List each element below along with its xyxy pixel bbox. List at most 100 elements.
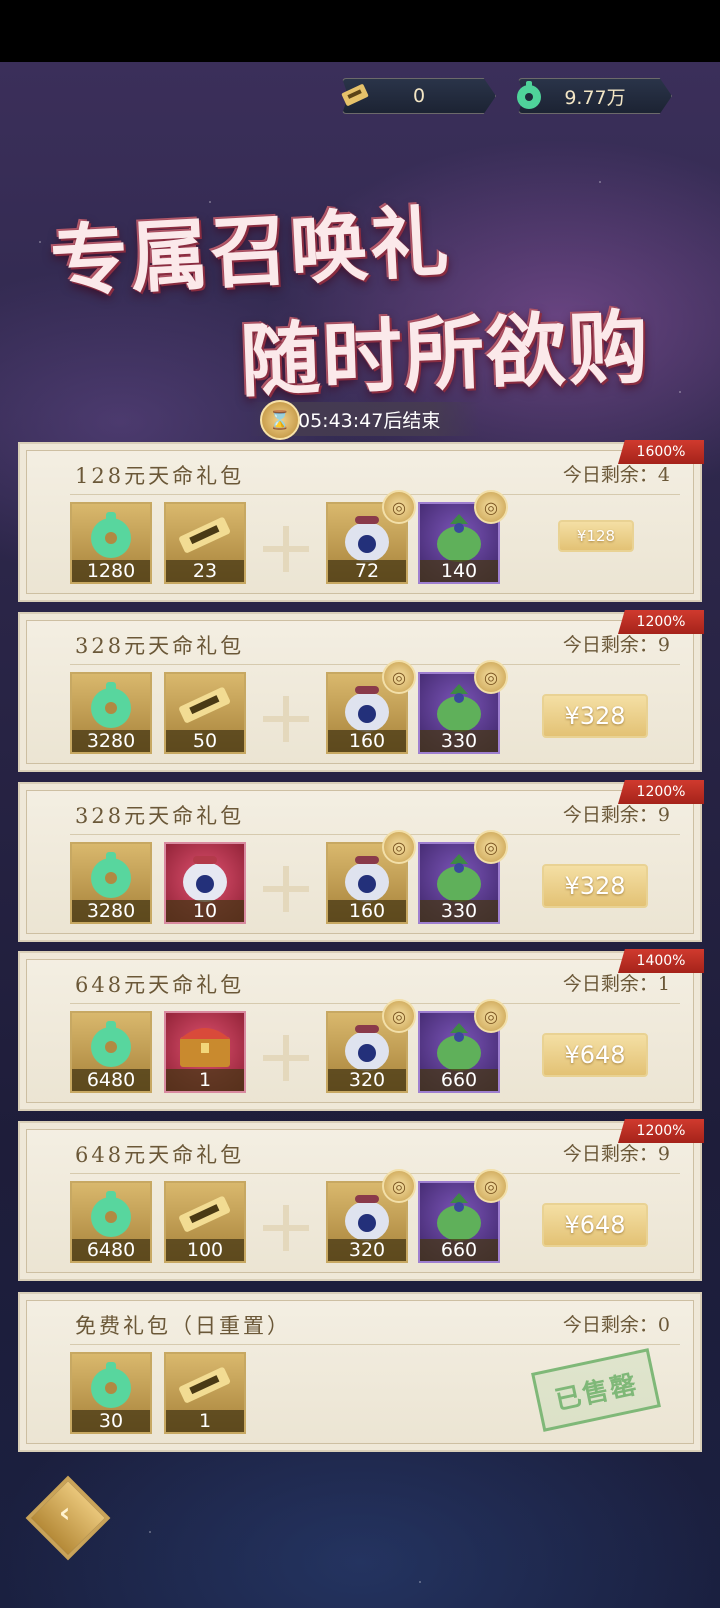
card-remaining: 今日剩余：9 bbox=[562, 804, 670, 826]
card-title: 免费礼包（日重置） bbox=[75, 1314, 291, 1338]
coin-badge-icon: ◎ bbox=[474, 490, 508, 524]
coin-badge-icon: ◎ bbox=[474, 999, 508, 1033]
item-count: 30 bbox=[72, 1410, 150, 1432]
item-count: 330 bbox=[420, 730, 498, 752]
jade-icon bbox=[72, 1015, 150, 1073]
coin-badge-icon: ◎ bbox=[382, 660, 416, 694]
back-icon: ‹ bbox=[58, 1496, 71, 1530]
buy-button[interactable]: ¥648 bbox=[542, 1033, 648, 1077]
gift-pack-card: 1600% 128元天命礼包 今日剩余：4 1280 23 ◎ 72 ◎ 140 ¥… bbox=[18, 440, 704, 602]
reward-item[interactable]: 100 bbox=[164, 1181, 246, 1263]
buy-button[interactable]: ¥128 bbox=[558, 520, 634, 552]
coin-badge-icon: ◎ bbox=[474, 1169, 508, 1203]
jade-icon bbox=[512, 78, 546, 112]
reward-item[interactable]: 6480 bbox=[70, 1181, 152, 1263]
item-count: 1 bbox=[166, 1069, 244, 1091]
item-count: 1 bbox=[166, 1410, 244, 1432]
gift-pack-card: 1400% 648元天命礼包 今日剩余：1 6480 1 ◎ 320 ◎ 660 ¥… bbox=[18, 949, 704, 1111]
item-count: 10 bbox=[166, 900, 244, 922]
red-lucky-bag-icon bbox=[166, 846, 244, 904]
buy-button[interactable]: ¥328 bbox=[542, 864, 648, 908]
status-bar bbox=[0, 0, 720, 62]
reward-item[interactable]: ◎ 140 bbox=[418, 490, 508, 584]
divider bbox=[70, 494, 680, 495]
coin-badge-icon: ◎ bbox=[474, 660, 508, 694]
reward-item[interactable]: 1280 bbox=[70, 502, 152, 584]
ticket-icon bbox=[166, 1185, 244, 1243]
reward-item[interactable]: ◎ 660 bbox=[418, 1169, 508, 1263]
item-count: 72 bbox=[328, 560, 406, 582]
item-count: 320 bbox=[328, 1239, 406, 1261]
banner-title-line2: 随时所欲购 bbox=[238, 299, 652, 409]
jade-icon bbox=[72, 1185, 150, 1243]
card-remaining: 今日剩余：9 bbox=[562, 1143, 670, 1165]
coin-badge-icon: ◎ bbox=[382, 490, 416, 524]
plus-icon bbox=[263, 1205, 309, 1251]
jade-icon bbox=[72, 676, 150, 734]
reward-item[interactable]: 23 bbox=[164, 502, 246, 584]
item-count: 330 bbox=[420, 900, 498, 922]
item-count: 50 bbox=[166, 730, 244, 752]
card-remaining: 今日剩余：0 bbox=[562, 1314, 670, 1336]
item-count: 1280 bbox=[72, 560, 150, 582]
reward-item[interactable]: ◎ 160 bbox=[326, 830, 416, 924]
sold-out-stamp: 已售罄 bbox=[531, 1348, 661, 1432]
reward-item[interactable]: 50 bbox=[164, 672, 246, 754]
item-count: 6480 bbox=[72, 1239, 150, 1261]
ticket-icon bbox=[338, 78, 372, 112]
item-count: 160 bbox=[328, 900, 406, 922]
hourglass-icon: ⌛ bbox=[260, 400, 300, 440]
reward-item[interactable]: ◎ 320 bbox=[326, 1169, 416, 1263]
reward-item[interactable]: 3280 bbox=[70, 842, 152, 924]
ticket-balance-value: 0 bbox=[412, 85, 426, 107]
reward-item[interactable]: 10 bbox=[164, 842, 246, 924]
item-count: 3280 bbox=[72, 730, 150, 752]
treasure-chest-icon bbox=[166, 1015, 244, 1073]
divider bbox=[70, 1003, 680, 1004]
jade-icon bbox=[72, 846, 150, 904]
card-title: 328元天命礼包 bbox=[75, 804, 245, 828]
plus-icon bbox=[263, 1035, 309, 1081]
item-count: 23 bbox=[166, 560, 244, 582]
ticket-icon bbox=[166, 506, 244, 564]
buy-button[interactable]: ¥648 bbox=[542, 1203, 648, 1247]
divider bbox=[70, 1344, 680, 1345]
divider bbox=[70, 834, 680, 835]
gift-pack-card: 1200% 328元天命礼包 今日剩余：9 3280 10 ◎ 160 ◎ 330 … bbox=[18, 780, 704, 942]
card-title: 128元天命礼包 bbox=[75, 464, 245, 488]
item-count: 100 bbox=[166, 1239, 244, 1261]
card-title: 328元天命礼包 bbox=[75, 634, 245, 658]
gift-pack-card: 1200% 328元天命礼包 今日剩余：9 3280 50 ◎ 160 ◎ 330 … bbox=[18, 610, 704, 772]
reward-item[interactable]: 1 bbox=[164, 1011, 246, 1093]
reward-item[interactable]: 30 bbox=[70, 1352, 152, 1434]
banner-title: 专属召唤礼 随时所欲购 bbox=[40, 190, 690, 420]
jade-icon bbox=[72, 1356, 150, 1414]
ticket-icon bbox=[166, 1356, 244, 1414]
item-count: 660 bbox=[420, 1069, 498, 1091]
reward-item[interactable]: ◎ 320 bbox=[326, 999, 416, 1093]
item-count: 140 bbox=[420, 560, 498, 582]
item-count: 320 bbox=[328, 1069, 406, 1091]
reward-item[interactable]: 3280 bbox=[70, 672, 152, 754]
buy-button[interactable]: ¥328 bbox=[542, 694, 648, 738]
card-title: 648元天命礼包 bbox=[75, 973, 245, 997]
card-remaining: 今日剩余：1 bbox=[562, 973, 670, 995]
reward-item[interactable]: ◎ 330 bbox=[418, 830, 508, 924]
reward-item[interactable]: 1 bbox=[164, 1352, 246, 1434]
jade-balance-value: 9.77万 bbox=[564, 86, 626, 109]
reward-item[interactable]: 6480 bbox=[70, 1011, 152, 1093]
reward-item[interactable]: ◎ 160 bbox=[326, 660, 416, 754]
ticket-icon bbox=[166, 676, 244, 734]
item-count: 6480 bbox=[72, 1069, 150, 1091]
coin-badge-icon: ◎ bbox=[382, 999, 416, 1033]
plus-icon bbox=[263, 866, 309, 912]
reward-item[interactable]: ◎ 660 bbox=[418, 999, 508, 1093]
reward-item[interactable]: ◎ 72 bbox=[326, 490, 416, 584]
reward-item[interactable]: ◎ 330 bbox=[418, 660, 508, 754]
item-count: 3280 bbox=[72, 900, 150, 922]
coin-badge-icon: ◎ bbox=[474, 830, 508, 864]
countdown-text: 05:43:47后结束 bbox=[298, 409, 441, 432]
jade-icon bbox=[72, 506, 150, 564]
divider bbox=[70, 1173, 680, 1174]
coin-badge-icon: ◎ bbox=[382, 1169, 416, 1203]
